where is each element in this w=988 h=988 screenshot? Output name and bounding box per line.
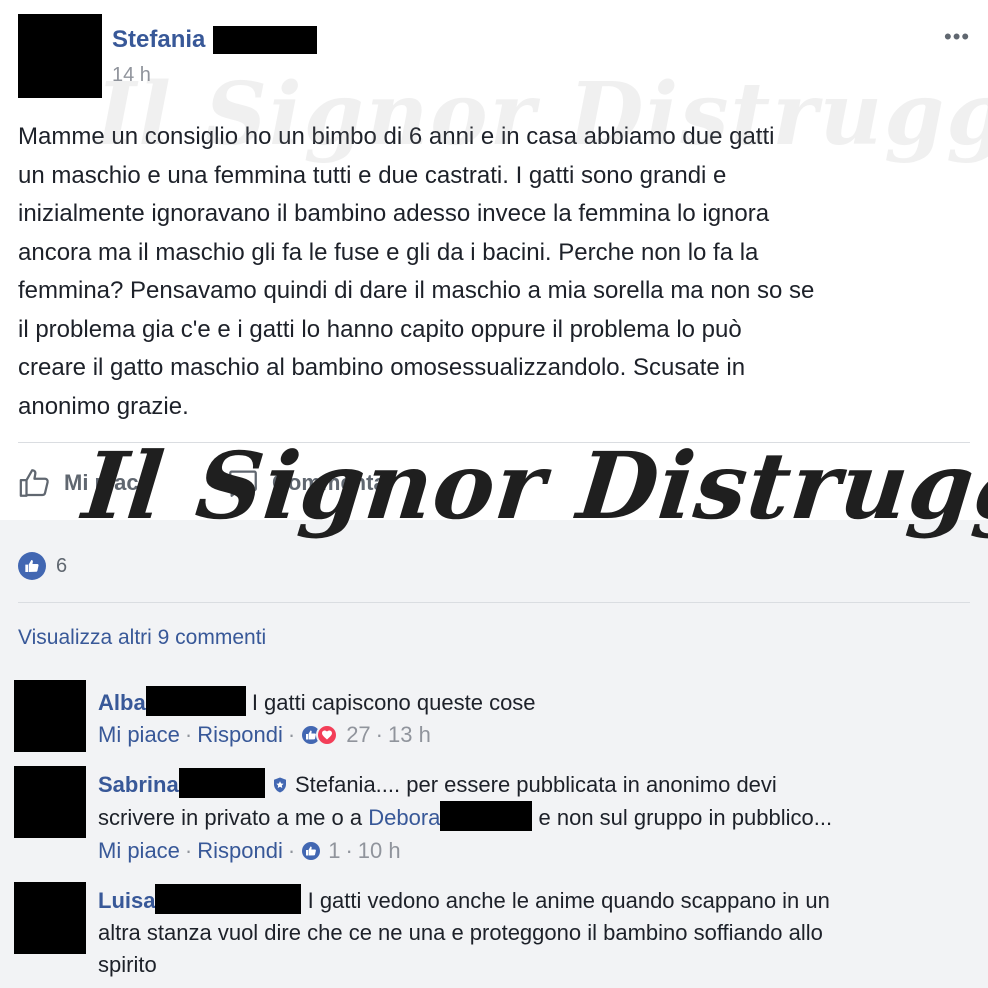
like-button-label: Mi piace xyxy=(64,470,151,495)
post-text-line: Mamme un consiglio ho un bimbo di 6 anni… xyxy=(18,123,775,150)
comment-like-link[interactable]: Mi piace xyxy=(98,722,180,748)
comment-text: scrivere in privato a me o a xyxy=(98,805,363,830)
comment-line: Luisa I gatti vedono anche le anime quan… xyxy=(98,884,978,917)
thumbs-up-outline-icon xyxy=(19,469,49,497)
separator: · xyxy=(375,722,383,747)
commenter-name[interactable]: Luisa xyxy=(98,888,155,913)
reaction-count: 6 xyxy=(56,554,68,577)
comment-body: Alba I gatti capiscono queste cose xyxy=(98,686,978,719)
post-timestamp[interactable]: 14 h xyxy=(112,64,151,87)
separator: · xyxy=(345,838,353,863)
comment-timestamp[interactable]: 10 h xyxy=(358,838,401,864)
comment-line: Sabrina Stefania.... per essere pubblica… xyxy=(98,768,978,801)
comment-line: spirito xyxy=(98,952,157,977)
post-text-line: un maschio e una femmina tutti e due cas… xyxy=(18,161,727,189)
redaction-bar xyxy=(145,686,246,716)
post-card: Stefania 14 h ••• Mamme un consiglio ho … xyxy=(0,0,988,520)
separator: · xyxy=(287,722,296,747)
comment-line: altra stanza vuol dire che ce ne una e p… xyxy=(98,920,823,945)
comment-button-label: Commenta xyxy=(272,470,386,495)
post-text-line: anonimo grazie. xyxy=(18,392,189,420)
mention-link[interactable]: Debora xyxy=(368,805,440,830)
redaction-bar xyxy=(440,801,533,831)
view-more-comments-link[interactable]: Visualizza altri 9 commenti xyxy=(18,626,266,650)
comment-line: Alba I gatti capiscono queste cose xyxy=(98,686,978,719)
more-options-icon[interactable]: ••• xyxy=(944,24,970,50)
commenter-name[interactable]: Alba xyxy=(98,690,146,715)
post-text: Mamme un consiglio ho un bimbo di 6 anni… xyxy=(18,118,978,426)
admin-shield-icon xyxy=(273,777,286,793)
comment-bubble-icon xyxy=(229,470,257,497)
post-text-line: creare il gatto maschio al bambino omose… xyxy=(18,354,746,381)
separator: · xyxy=(184,838,193,863)
like-reaction-icon[interactable] xyxy=(300,840,323,862)
love-reaction-icon[interactable] xyxy=(316,724,339,746)
commenter-avatar[interactable] xyxy=(14,882,86,954)
comment-like-link[interactable]: Mi piace xyxy=(98,838,180,864)
comment-text: e non sul gruppo in pubblico... xyxy=(538,805,833,830)
comment-reaction-count: 27 xyxy=(346,722,371,747)
like-reaction-icon xyxy=(18,552,46,580)
redaction-bar xyxy=(155,884,302,914)
divider xyxy=(18,602,970,603)
comment-timestamp[interactable]: 13 h xyxy=(388,722,431,748)
post-text-line: inizialmente ignoravano il bambino adess… xyxy=(18,200,770,227)
author-avatar[interactable] xyxy=(18,14,102,98)
commenter-avatar[interactable] xyxy=(14,766,86,838)
separator: · xyxy=(287,838,296,863)
separator: · xyxy=(184,722,193,747)
comment-reply-link[interactable]: Rispondi xyxy=(197,722,283,748)
like-button[interactable]: Mi piace xyxy=(18,466,151,500)
comment-body: Sabrina Stefania.... per essere pubblica… xyxy=(98,768,978,834)
post-text-line: il problema gia c'e e i gatti lo hanno c… xyxy=(18,315,742,343)
comment-text: I gatti vedono anche le anime quando sca… xyxy=(307,888,830,913)
author-name[interactable]: Stefania xyxy=(112,26,318,54)
comment-text: Stefania.... per essere pubblicata in an… xyxy=(294,772,777,797)
comment-button[interactable]: Commenta xyxy=(226,466,386,500)
divider xyxy=(18,442,970,443)
reaction-summary[interactable]: 6 xyxy=(18,552,67,580)
comment-line: scrivere in privato a me o a Debora e no… xyxy=(98,801,978,834)
author-name-text[interactable]: Stefania xyxy=(112,26,205,54)
comment-text: I gatti capiscono queste cose xyxy=(251,690,536,715)
comment-actions: Mi piace · Rispondi · 27 · 13 h xyxy=(98,722,431,748)
redaction-bar xyxy=(178,768,265,798)
post-text-line: ancora ma il maschio gli fa le fuse e gl… xyxy=(18,238,759,266)
redaction-bar xyxy=(213,26,318,54)
comment-reply-link[interactable]: Rispondi xyxy=(197,838,283,864)
commenter-name[interactable]: Sabrina xyxy=(98,772,179,797)
post-text-line: femmina? Pensavamo quindi di dare il mas… xyxy=(18,277,815,304)
comment-actions: Mi piace · Rispondi · 1 · 10 h xyxy=(98,838,401,864)
comment-reaction-count: 1 xyxy=(328,838,341,863)
commenter-avatar[interactable] xyxy=(14,680,86,752)
comment-body: Luisa I gatti vedono anche le anime quan… xyxy=(98,884,978,981)
